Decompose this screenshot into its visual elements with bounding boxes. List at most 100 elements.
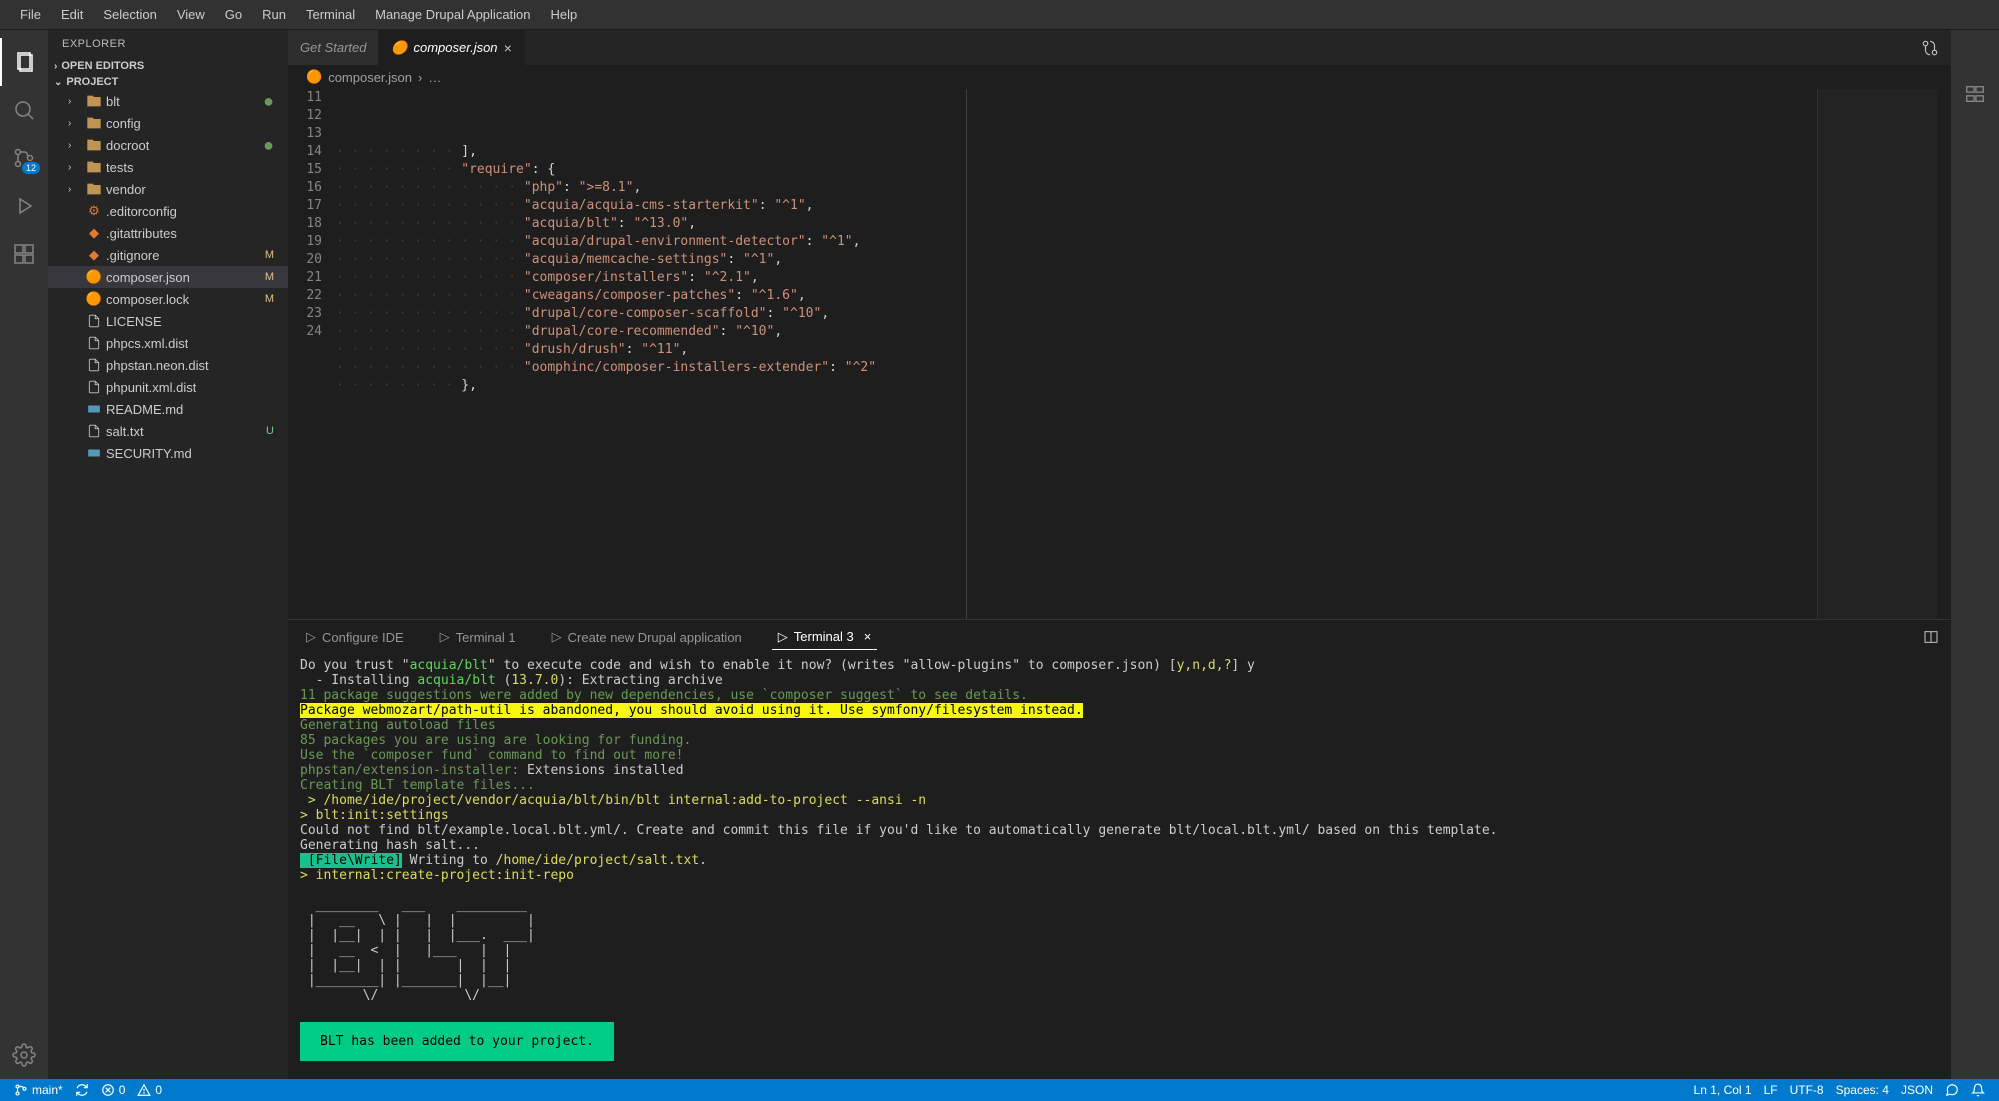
t: Creating BLT template files... [300, 778, 535, 793]
menu-view[interactable]: View [167, 7, 215, 22]
file-phpcs.xml.dist[interactable]: phpcs.xml.dist [48, 332, 288, 354]
file-.gitignore[interactable]: ◆.gitignoreM [48, 244, 288, 266]
status-branch[interactable]: main* [8, 1083, 69, 1097]
breadcrumb[interactable]: 🟠 composer.json › … [288, 65, 1951, 89]
file-composer.lock[interactable]: 🟠composer.lockM [48, 288, 288, 310]
file-label: blt [106, 94, 120, 109]
file-icon [86, 313, 102, 329]
file-.editorconfig[interactable]: ⚙.editorconfig [48, 200, 288, 222]
status-encoding[interactable]: UTF-8 [1784, 1083, 1830, 1097]
file-label: salt.txt [106, 424, 144, 439]
file-label: .gitattributes [106, 226, 177, 241]
activity-bar: 12 [0, 30, 48, 1079]
ptab-configure-ide[interactable]: ▷ Configure IDE [300, 625, 410, 649]
source-control-icon[interactable]: 12 [0, 134, 48, 182]
status-eol[interactable]: LF [1758, 1083, 1784, 1097]
t: y,n,d,? [1177, 658, 1232, 673]
t: > /home/ide/project/vendor/acquia/blt/bi… [300, 793, 926, 808]
file-label: phpunit.xml.dist [106, 380, 196, 395]
menu-manage-drupal[interactable]: Manage Drupal Application [365, 7, 540, 22]
compare-icon[interactable] [1921, 39, 1939, 57]
code-content[interactable]: · · · · · · · · ],· · · · · · · · "requi… [336, 89, 1951, 619]
menu-file[interactable]: File [10, 7, 51, 22]
folder-vendor[interactable]: ›vendor [48, 178, 288, 200]
status-errors[interactable]: 0 [95, 1083, 132, 1097]
warnings-count: 0 [155, 1083, 162, 1097]
project-section[interactable]: ⌄ PROJECT [48, 74, 288, 90]
file-phpstan.neon.dist[interactable]: phpstan.neon.dist [48, 354, 288, 376]
ptab-label: Terminal 1 [456, 630, 516, 645]
debug-icon[interactable] [0, 182, 48, 230]
file-icon [86, 401, 102, 417]
status-warnings[interactable]: 0 [131, 1083, 168, 1097]
t: > internal:create-project:init-repo [300, 868, 574, 883]
status-lang[interactable]: JSON [1895, 1083, 1939, 1097]
tab-label: Get Started [300, 40, 366, 55]
t: phpstan/extension-installer: [300, 763, 519, 778]
code-editor[interactable]: 1112131415161718192021222324 · · · · · ·… [288, 89, 1951, 619]
folder-docroot[interactable]: ›docroot● [48, 134, 288, 156]
file-icon [86, 137, 102, 153]
extensions-icon[interactable] [0, 230, 48, 278]
folder-blt[interactable]: ›blt● [48, 90, 288, 112]
t: 11 package suggestions were added by new… [300, 688, 1028, 703]
explorer-icon[interactable] [0, 38, 48, 86]
t: [File\Write] [300, 853, 402, 868]
file-label: .gitignore [106, 248, 159, 263]
status-bar: main* 0 0 Ln 1, Col 1 LF UTF-8 Spaces: 4… [0, 1079, 1999, 1101]
outline-icon[interactable] [1951, 70, 1999, 118]
file-label: docroot [106, 138, 149, 153]
ptab-terminal-3[interactable]: ▷ Terminal 3 × [772, 625, 878, 650]
open-editors-label: OPEN EDITORS [61, 60, 144, 72]
editor-area: Get Started 🟠 composer.json × 🟠 composer… [288, 30, 1951, 1079]
file-SECURITY.md[interactable]: SECURITY.md [48, 442, 288, 464]
menu-run[interactable]: Run [252, 7, 296, 22]
file-icon: 🟠 [86, 291, 102, 307]
status-feedback-icon[interactable] [1939, 1083, 1965, 1097]
open-editors-section[interactable]: › OPEN EDITORS [48, 58, 288, 74]
file-label: LICENSE [106, 314, 162, 329]
file-icon [86, 335, 102, 351]
settings-gear-icon[interactable] [0, 1031, 48, 1079]
file-label: README.md [106, 402, 183, 417]
menu-edit[interactable]: Edit [51, 7, 93, 22]
tab-get-started[interactable]: Get Started [288, 30, 379, 65]
t: Extensions installed [519, 763, 683, 778]
menu-help[interactable]: Help [541, 7, 588, 22]
breadcrumb-more: … [428, 70, 441, 85]
status-bell-icon[interactable] [1965, 1083, 1991, 1097]
t: 13.7.0 [511, 673, 558, 688]
file-label: config [106, 116, 141, 131]
file-icon: ◆ [86, 225, 102, 241]
folder-tests[interactable]: ›tests [48, 156, 288, 178]
file-README.md[interactable]: README.md [48, 398, 288, 420]
menu-terminal[interactable]: Terminal [296, 7, 365, 22]
tab-actions [1909, 30, 1951, 65]
t: - Installing [300, 673, 417, 688]
file-LICENSE[interactable]: LICENSE [48, 310, 288, 332]
menu-go[interactable]: Go [215, 7, 252, 22]
tab-composer-json[interactable]: 🟠 composer.json × [379, 30, 524, 65]
ptab-label: Create new Drupal application [568, 630, 742, 645]
ptab-terminal-1[interactable]: ▷ Terminal 1 [434, 625, 522, 649]
file-label: composer.json [106, 270, 190, 285]
t: . [699, 853, 707, 868]
status-lncol[interactable]: Ln 1, Col 1 [1688, 1083, 1758, 1097]
status-sync[interactable] [69, 1083, 95, 1097]
close-icon[interactable]: × [864, 629, 872, 644]
ruler [966, 89, 967, 619]
split-panel-icon[interactable] [1923, 629, 1939, 645]
file-label: phpstan.neon.dist [106, 358, 209, 373]
file-phpunit.xml.dist[interactable]: phpunit.xml.dist [48, 376, 288, 398]
menu-selection[interactable]: Selection [93, 7, 166, 22]
status-spaces[interactable]: Spaces: 4 [1830, 1083, 1895, 1097]
file-composer.json[interactable]: 🟠composer.jsonM [48, 266, 288, 288]
folder-config[interactable]: ›config [48, 112, 288, 134]
file-.gitattributes[interactable]: ◆ .gitattributes [48, 222, 288, 244]
t: /home/ide/project/salt.txt [496, 853, 700, 868]
terminal-output[interactable]: Do you trust "acquia/blt" to execute cod… [288, 654, 1951, 1079]
file-salt.txt[interactable]: salt.txtU [48, 420, 288, 442]
ptab-create-drupal[interactable]: ▷ Create new Drupal application [546, 625, 748, 649]
close-icon[interactable]: × [504, 40, 512, 56]
search-icon[interactable] [0, 86, 48, 134]
